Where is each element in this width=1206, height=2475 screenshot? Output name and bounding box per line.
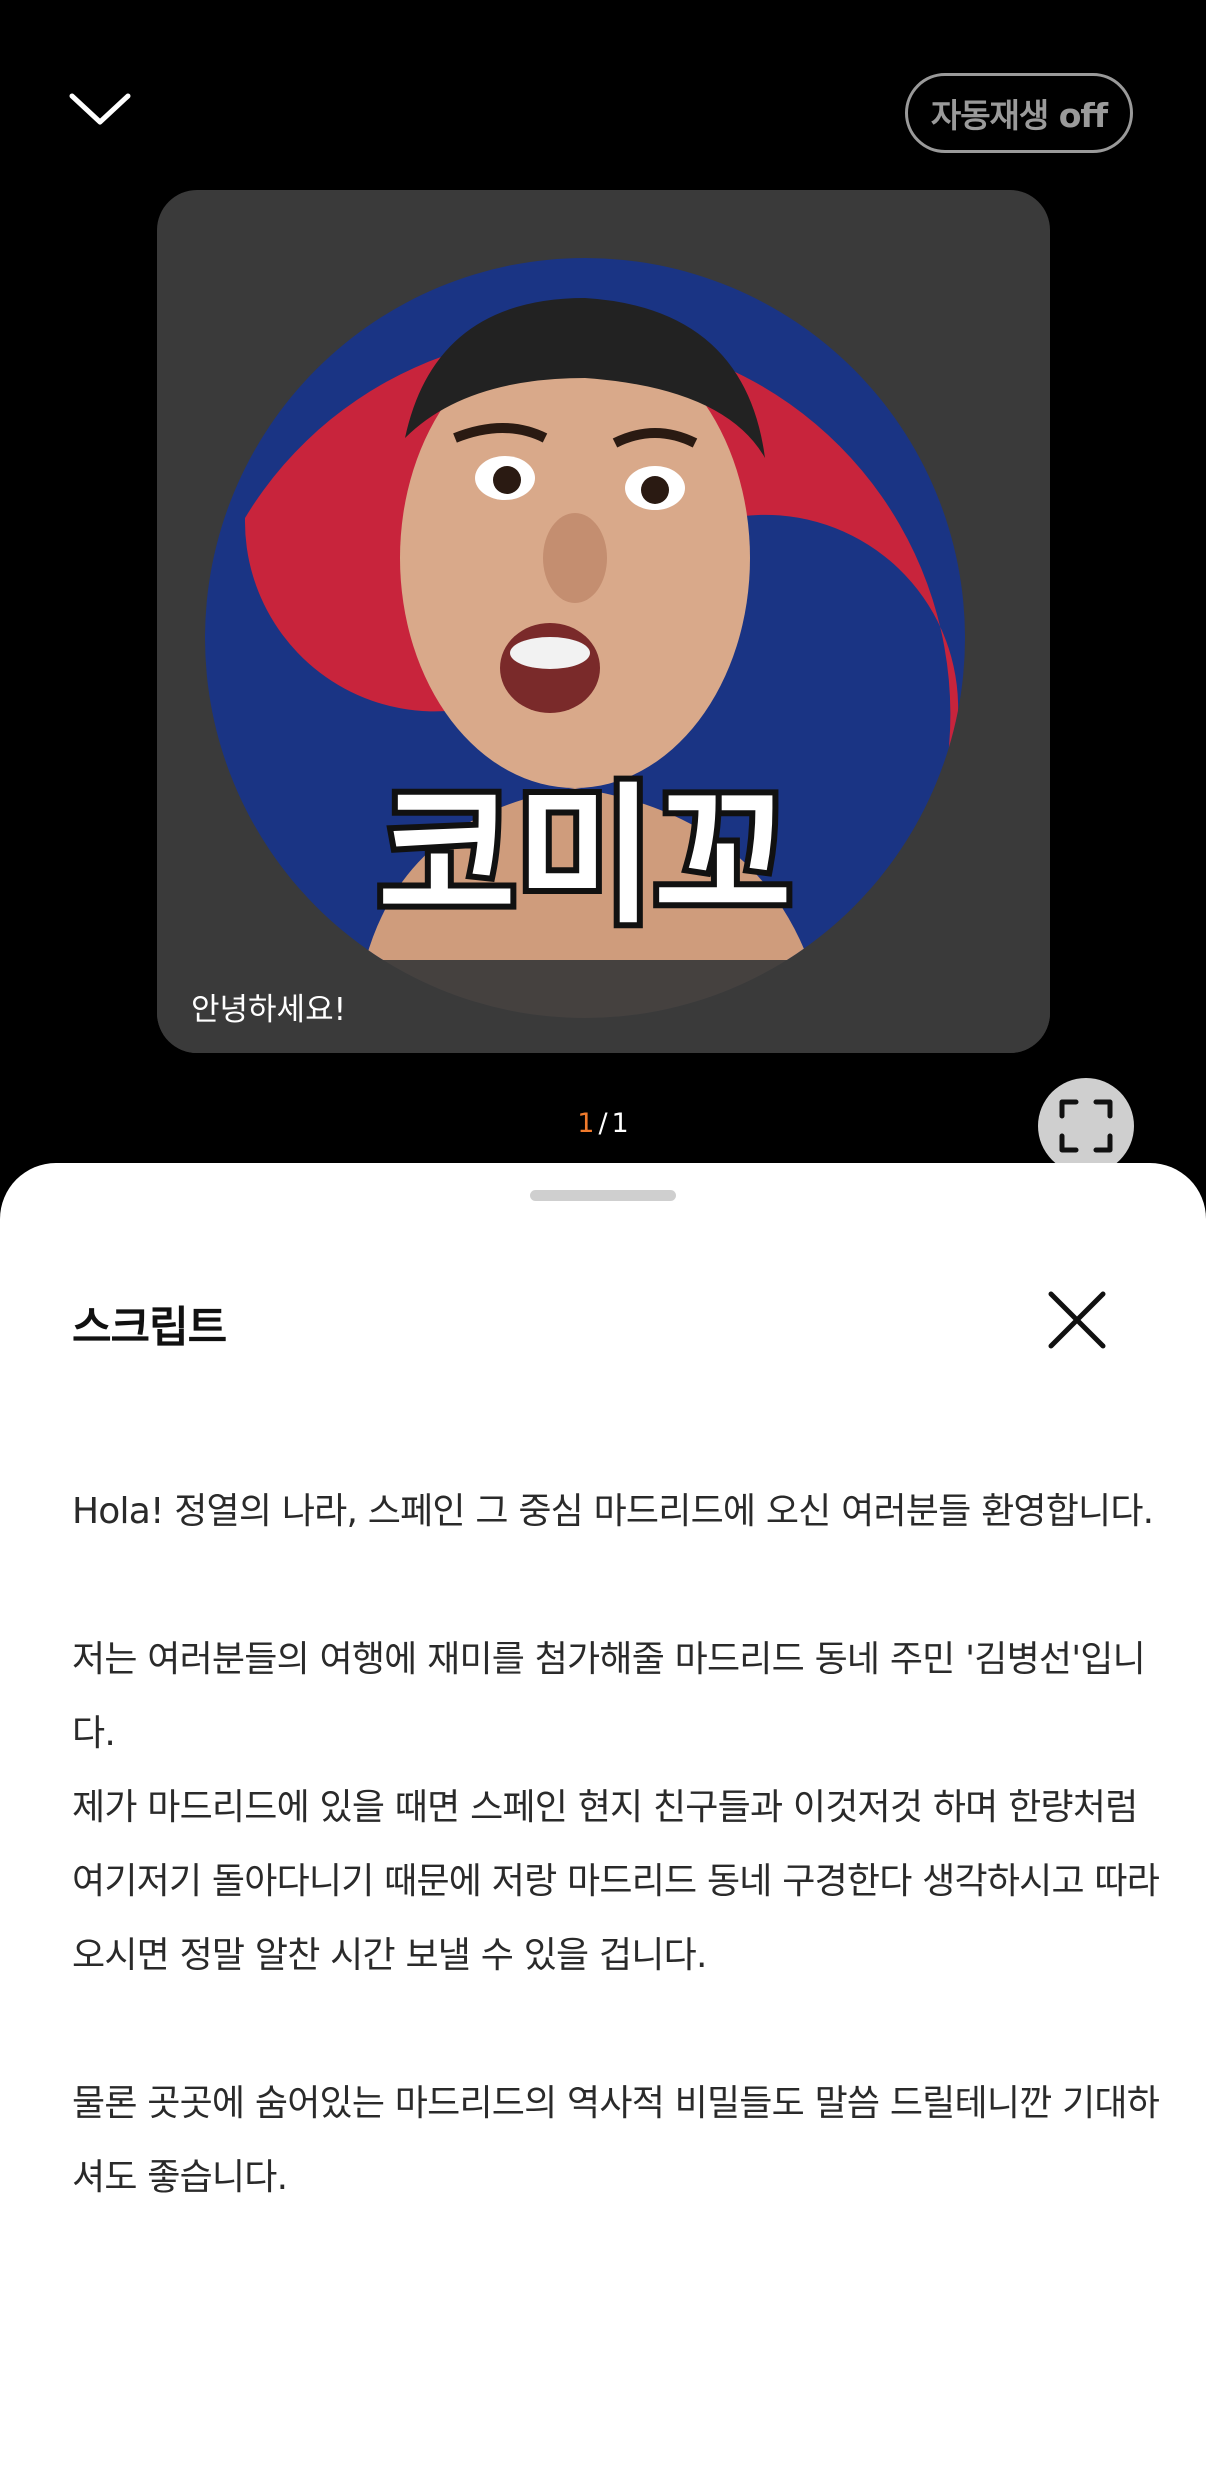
total-pages: 1 (611, 1108, 629, 1139)
page-separator: / (598, 1108, 608, 1139)
page-indicator: 1/1 (0, 1108, 1206, 1139)
sheet-title: 스크립트 (72, 1303, 227, 1353)
script-text: Hola! 정열의 나라, 스페인 그 중심 마드리드에 오신 여러분들 환영합… (72, 1475, 1162, 2215)
chevron-down-icon (69, 93, 131, 125)
collapse-button[interactable] (60, 80, 140, 140)
script-paragraph: Hola! 정열의 나라, 스페인 그 중심 마드리드에 오신 여러분들 환영합… (72, 1491, 1154, 1532)
script-sheet: 스크립트 Hola! 정열의 나라, 스페인 그 중심 마드리드에 오신 여러분… (0, 1163, 1206, 2475)
fullscreen-icon (1059, 1099, 1113, 1153)
script-paragraph: 저는 여러분들의 여행에 재미를 첨가해줄 마드리드 동네 주민 '김병선'입니… (72, 1639, 1146, 1754)
close-icon (1048, 1291, 1106, 1349)
autoplay-toggle-button[interactable]: 자동재생 off (905, 73, 1133, 153)
close-button[interactable] (1040, 1283, 1114, 1357)
script-paragraph: 제가 마드리드에 있을 때면 스페인 현지 친구들과 이것저것 하며 한량처럼 … (72, 1787, 1160, 1976)
player-screen: 자동재생 off 코미꼬 안녕하세요! 1 / 1 스크립트 Hola! 정열의… (0, 0, 1206, 2475)
sheet-drag-handle[interactable] (530, 1190, 676, 1201)
current-page: 1 (577, 1108, 595, 1139)
thumbnail-title: 코미꼬 (378, 770, 792, 944)
caption-text: 안녕하세요! (191, 992, 347, 1028)
thumbnail-image: 코미꼬 (205, 258, 965, 1018)
caption-bar: 안녕하세요! (157, 960, 1050, 1053)
fullscreen-button[interactable] (1038, 1078, 1134, 1174)
media-card[interactable]: 코미꼬 안녕하세요! (157, 190, 1050, 1053)
script-paragraph: 물론 곳곳에 숨어있는 마드리드의 역사적 비밀들도 말씀 드릴테니깐 기대하셔… (72, 2083, 1160, 2198)
